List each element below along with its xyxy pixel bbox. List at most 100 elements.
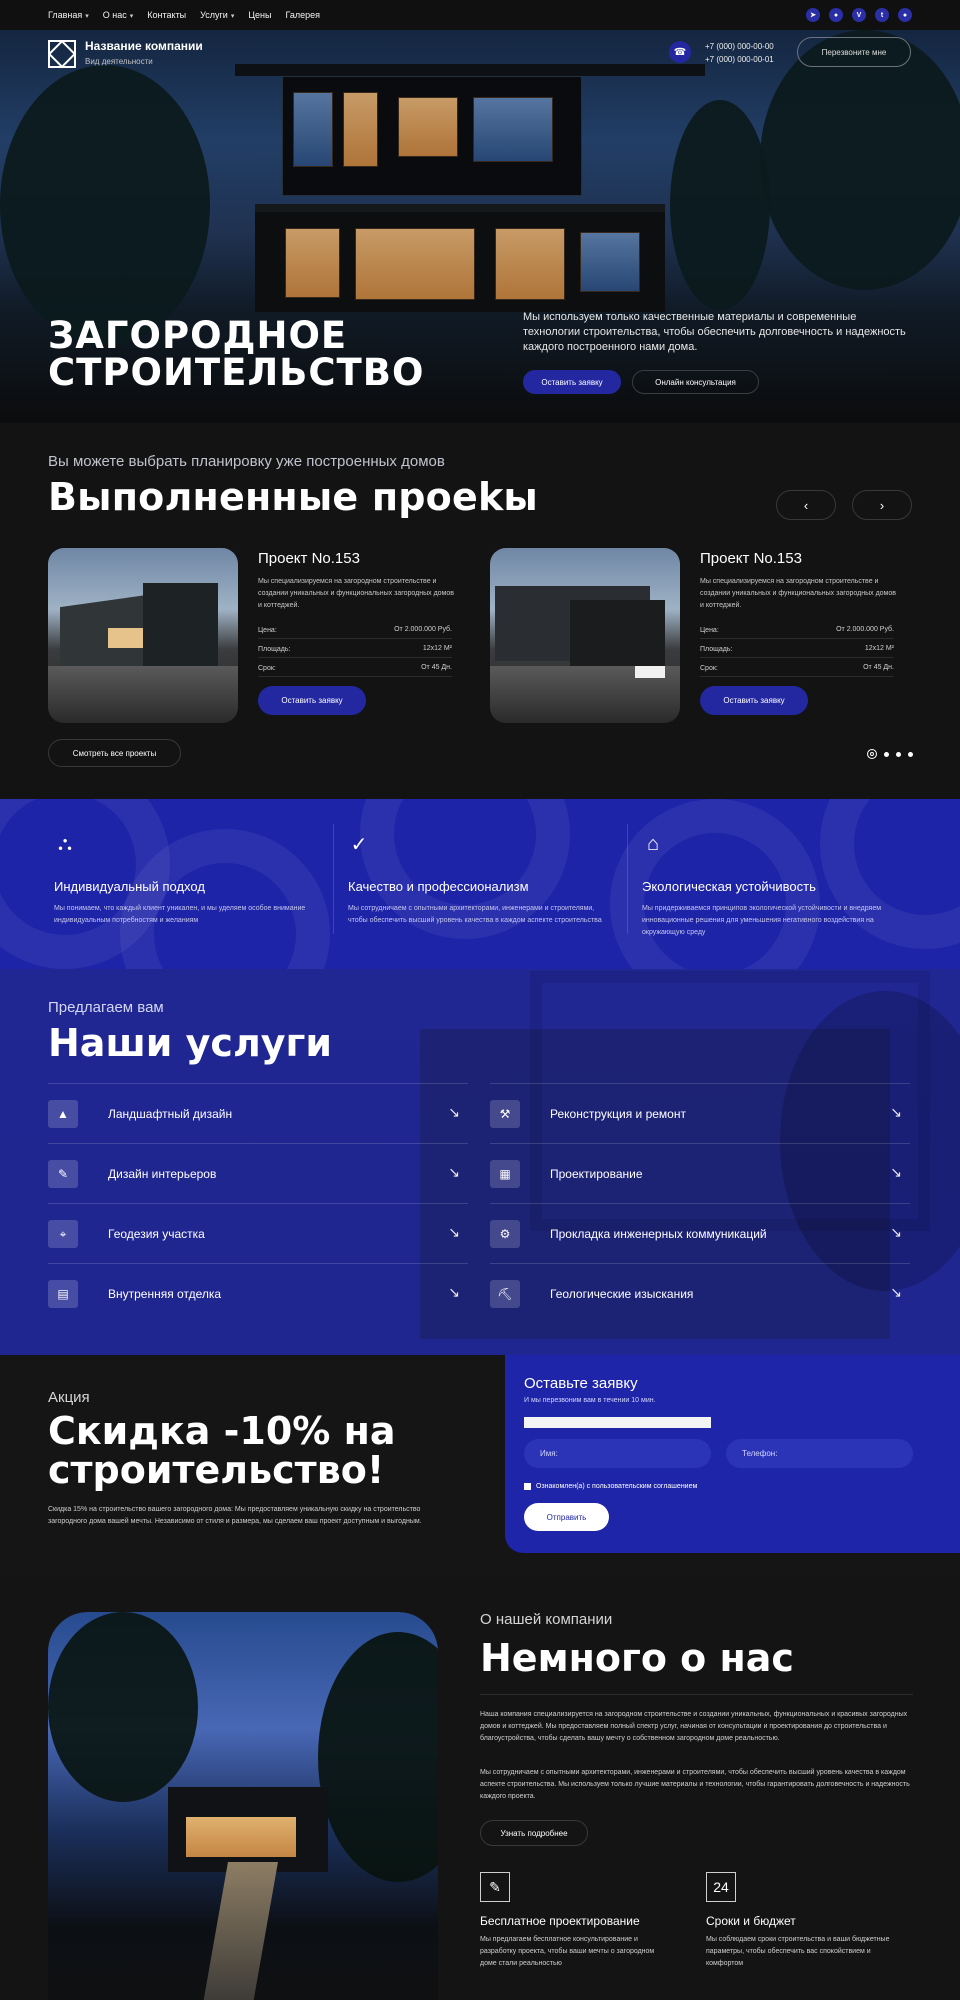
arrow-down-right-icon: ↘ xyxy=(448,1284,460,1300)
repair-icon: ⚒ xyxy=(490,1100,520,1128)
chevron-down-icon: ▾ xyxy=(85,13,89,20)
hero-title: ЗАГОРОДНОЕ СТРОИТЕЛЬСТВО xyxy=(48,314,425,394)
image-shape xyxy=(198,1862,278,2000)
social-icons: ➤ ● V t ● xyxy=(806,8,912,22)
slider-dot[interactable] xyxy=(896,751,901,757)
slider-next-button[interactable]: › xyxy=(852,490,912,520)
project-area-row: Площадь: 12x12 M² xyxy=(258,644,452,658)
tree-shape xyxy=(760,30,960,290)
image-shape xyxy=(635,666,665,678)
nav-about[interactable]: О нас ▾ xyxy=(103,10,134,20)
service-item[interactable]: ▦ Проектирование ↘ xyxy=(490,1143,910,1203)
feature-individual: ⛬ Индивидуальный подход Мы понимаем, что… xyxy=(48,827,338,947)
form-title: Оставьте заявку xyxy=(524,1375,638,1392)
service-item[interactable]: ⌖ Геодезия участка ↘ xyxy=(48,1203,468,1263)
feature-title: Индивидуальный подход xyxy=(54,879,205,894)
nav-gallery[interactable]: Галерея xyxy=(285,10,320,20)
house-window xyxy=(343,92,378,167)
about-title: Немного о нас xyxy=(480,1636,794,1680)
project-description: Мы специализируемся на загородном строит… xyxy=(258,578,454,609)
nav-contacts[interactable]: Контакты xyxy=(147,10,186,20)
service-item[interactable]: ▲ Ландшафтный дизайн ↘ xyxy=(48,1083,468,1143)
service-item[interactable]: ▤ Внутренняя отделка ↘ xyxy=(48,1263,468,1323)
arrow-down-right-icon: ↘ xyxy=(890,1164,902,1180)
features-section: ⛬ Индивидуальный подход Мы понимаем, что… xyxy=(0,799,960,969)
hero-request-button[interactable]: Оставить заявку xyxy=(523,370,621,394)
engineering-icon: ⚙ xyxy=(490,1220,520,1248)
tree-shape xyxy=(0,65,210,345)
service-item[interactable]: ⚙ Прокладка инженерных коммуникаций ↘ xyxy=(490,1203,910,1263)
image-shape xyxy=(318,1632,438,1882)
company-name: Название компании xyxy=(85,39,203,53)
house-window xyxy=(355,228,475,300)
slider-dot-active[interactable] xyxy=(867,749,877,759)
house-lower-floor xyxy=(255,204,665,312)
house-window xyxy=(495,228,565,300)
about-feature-text: Мы соблюдаем сроки строительства и ваши … xyxy=(706,1936,890,1967)
learn-more-button[interactable]: Узнать подробнее xyxy=(480,1820,588,1846)
image-shape xyxy=(108,628,143,648)
whatsapp-icon[interactable]: ● xyxy=(829,8,843,22)
project-request-button[interactable]: Оставить заявку xyxy=(700,686,808,715)
services-section: Предлагаем вам Наши услуги ▲ Ландшафтный… xyxy=(0,969,960,1355)
form-bar xyxy=(524,1417,711,1428)
house-roof xyxy=(235,64,705,76)
nav-home[interactable]: Главная ▾ xyxy=(48,10,89,20)
project-request-button[interactable]: Оставить заявку xyxy=(258,686,366,715)
service-item[interactable]: ⚒ Реконструкция и ремонт ↘ xyxy=(490,1083,910,1143)
submit-button[interactable]: Отправить xyxy=(524,1503,609,1531)
phone-number[interactable]: +7 (000) 000-00-00 xyxy=(705,40,774,53)
project-card: Проект No.153 Мы специализируемся на заг… xyxy=(48,548,460,726)
telegram-icon[interactable]: ➤ xyxy=(806,8,820,22)
feature-text: Мы сотрудничаем с опытными архитекторами… xyxy=(348,905,602,924)
checkmark-icon: ✓ xyxy=(350,833,368,856)
feature-text: Мы придерживаемся принципов экологическо… xyxy=(642,905,882,936)
project-term-row: Срок: От 45 Дн. xyxy=(258,663,452,677)
about-section: О нашей компании Немного о нас Наша комп… xyxy=(0,1575,960,2000)
company-subtitle: Вид деятельности xyxy=(85,57,153,66)
phone-input[interactable] xyxy=(726,1439,913,1468)
arrow-down-right-icon: ↘ xyxy=(890,1284,902,1300)
house-upper-floor xyxy=(282,76,582,196)
network-icon: ⛬ xyxy=(58,832,72,855)
hero-house-illustration xyxy=(235,64,705,328)
about-divider xyxy=(480,1694,913,1695)
feature-title: Экологическая устойчивость xyxy=(642,879,816,894)
eco-house-icon: ⌂ xyxy=(646,832,660,855)
company-logo[interactable] xyxy=(48,40,76,68)
form-subtitle: И мы перезвоним вам в течении 10 мин. xyxy=(524,1397,656,1404)
image-shape xyxy=(48,1612,198,1802)
project-image xyxy=(490,548,680,723)
top-navigation: Главная ▾ О нас ▾ Контакты Услуги ▾ Цены Га… xyxy=(0,0,960,30)
project-price-row: Цена: От 2.000.000 Руб. xyxy=(258,625,452,639)
nav-services[interactable]: Услуги ▾ xyxy=(200,10,234,20)
project-card: Проект No.153 Мы специализируемся на заг… xyxy=(490,548,902,726)
service-item[interactable]: ⛏ Геологические изыскания ↘ xyxy=(490,1263,910,1323)
agreement-checkbox[interactable]: Ознакомлен(а) с пользовательским соглаше… xyxy=(524,1483,697,1490)
about-feature-title: Бесплатное проектирование xyxy=(480,1914,640,1928)
geology-icon: ⛏ xyxy=(490,1280,520,1308)
callback-button[interactable]: Перезвоните мне xyxy=(797,37,911,67)
feature-text: Мы понимаем, что каждый клиент уникален,… xyxy=(54,905,306,924)
slider-dot[interactable] xyxy=(908,751,913,757)
all-projects-button[interactable]: Смотреть все проекты xyxy=(48,739,181,767)
ok-icon[interactable]: ● xyxy=(898,8,912,22)
name-input[interactable] xyxy=(524,1439,711,1468)
twitter-icon[interactable]: t xyxy=(875,8,889,22)
nav-prices[interactable]: Цены xyxy=(248,10,271,20)
phone-list: +7 (000) 000-00-00 +7 (000) 000-00-01 xyxy=(705,40,774,66)
house-window xyxy=(285,228,340,298)
phone-number[interactable]: +7 (000) 000-00-01 xyxy=(705,53,774,66)
project-image xyxy=(48,548,238,723)
slider-prev-button[interactable]: ‹ xyxy=(776,490,836,520)
about-image xyxy=(48,1612,438,2000)
house-window xyxy=(580,232,640,292)
slider-dot[interactable] xyxy=(884,751,889,757)
checkbox-icon[interactable] xyxy=(524,1483,531,1490)
vk-icon[interactable]: V xyxy=(852,8,866,22)
feature-title: Качество и профессионализм xyxy=(348,879,529,894)
calendar-24-icon: 24 xyxy=(706,1872,736,1902)
interior-icon: ✎ xyxy=(48,1160,78,1188)
online-consultation-button[interactable]: Онлайн консультация xyxy=(632,370,759,394)
service-item[interactable]: ✎ Дизайн интерьеров ↘ xyxy=(48,1143,468,1203)
